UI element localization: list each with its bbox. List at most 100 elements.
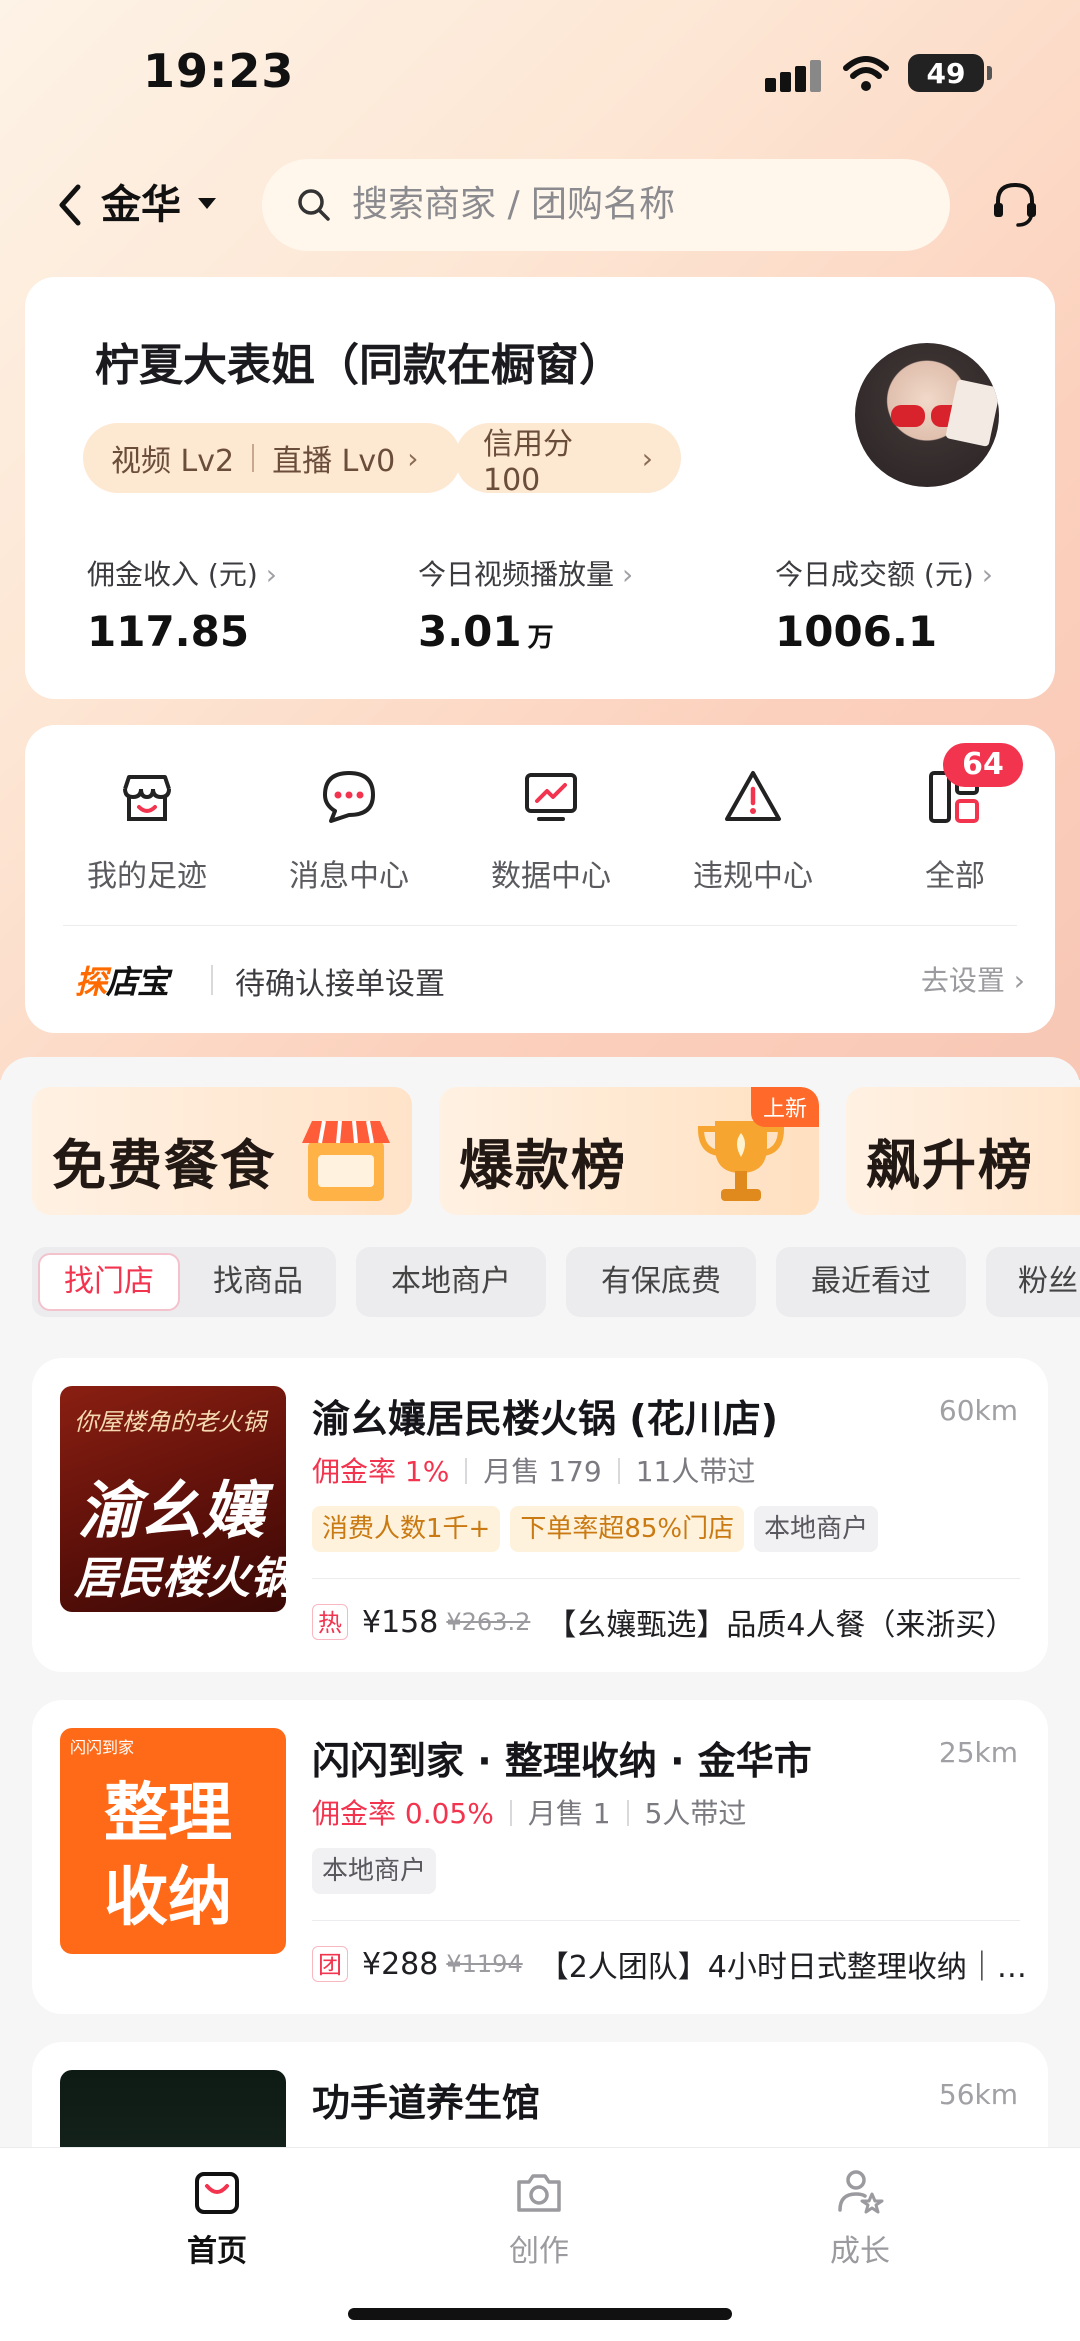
merchant-thumbnail: 你屋楼角的老火锅 渝幺孃 居民楼火锅 [60, 1386, 286, 1612]
live-level: 直播 Lv0 [272, 444, 396, 479]
caret-down-icon[interactable] [198, 198, 216, 209]
camera-icon [517, 2174, 561, 2212]
tool-label: 我的足迹 [87, 859, 207, 894]
tab-growth[interactable]: 成长 [760, 2166, 960, 2270]
tool-footprint[interactable]: 我的足迹 [62, 765, 232, 895]
pending-order-settings-text: 待确认接单设置 [235, 967, 445, 1002]
level-pill[interactable]: 视频 Lv2 直播 Lv0 › [83, 423, 461, 493]
deal-title: 【2人团队】4小时日式整理收纳｜… [538, 1950, 1027, 1985]
search-input[interactable]: 搜索商家 / 团购名称 [262, 159, 950, 251]
chevron-right-icon: › [622, 558, 634, 591]
stat-label: 今日视频播放量 [418, 558, 615, 591]
tag: 下单率超85%门店 [510, 1506, 745, 1552]
merchant-card[interactable]: 闪闪到家 整理 收纳 闪闪到家 · 整理收纳 · 金华市 25km 佣金率 0.… [32, 1700, 1048, 2014]
battery-indicator: 49 [908, 54, 992, 92]
stat-value: 117.85 [87, 607, 250, 656]
filter-recently-viewed[interactable]: 最近看过 [776, 1247, 966, 1317]
monthly-sales: 月售 179 [483, 1455, 602, 1488]
creator-name: 柠夏大表姐（同款在橱窗） [95, 340, 623, 391]
banner-hot-list[interactable]: 爆款榜 上新 [439, 1087, 819, 1215]
filter-fans[interactable]: 粉丝 [986, 1247, 1080, 1317]
credit-score: 信用分100 [483, 426, 573, 498]
merchant-meta: 佣金率 0.05% 月售 1 5人带过 [312, 1792, 746, 1832]
stat-value: 1006.1 [775, 607, 938, 656]
filter-find-stores[interactable]: 找门店 [38, 1253, 180, 1311]
group-buy-badge: 团 [312, 1946, 348, 1982]
tab-label: 首页 [187, 2234, 247, 2269]
tool-label: 全部 [925, 859, 985, 894]
filter-local-merchants[interactable]: 本地商户 [356, 1247, 546, 1317]
stat-unit: 万 [527, 623, 554, 653]
divider [211, 965, 213, 995]
creator-count: 11人带过 [635, 1455, 756, 1488]
credit-score-pill[interactable]: 信用分100 › [455, 423, 681, 498]
deal-row[interactable]: 热 ¥158 ¥263.2 【幺孃甄选】品质4人餐（来浙买） [312, 1600, 1015, 1644]
deal-row[interactable]: 团 ¥288 ¥1194 【2人团队】4小时日式整理收纳｜… [312, 1942, 1027, 1986]
tool-label: 数据中心 [491, 859, 611, 894]
data-chart-icon [525, 773, 577, 821]
tab-label: 成长 [830, 2234, 890, 2269]
tandianbao-row[interactable]: 探店宝 待确认接单设置 去设置 › [75, 957, 1025, 1005]
avatar[interactable] [855, 343, 999, 487]
avatar-paper [945, 379, 999, 447]
filter-find-products[interactable]: 找商品 [187, 1247, 329, 1317]
tool-messages[interactable]: 消息中心 [264, 765, 434, 895]
commission-rate: 佣金率 0.05% [312, 1797, 494, 1830]
search-placeholder: 搜索商家 / 团购名称 [352, 184, 676, 225]
city-selector[interactable]: 金华 [101, 175, 181, 235]
tab-label: 创作 [509, 2234, 569, 2269]
merchant-tags: 消费人数1千+ 下单率超85%门店 本地商户 [312, 1506, 888, 1554]
tool-violations[interactable]: 违规中心 [668, 765, 838, 895]
monthly-sales: 月售 1 [527, 1797, 611, 1830]
footprint-icon [123, 775, 171, 821]
tools-card: 我的足迹 消息中心 数据中心 违规中心 全部 64 探店宝 待确认接单设置 去设… [25, 725, 1055, 1033]
tool-data-center[interactable]: 数据中心 [466, 765, 636, 895]
chevron-right-icon: › [265, 558, 277, 591]
customer-service-headset-icon[interactable] [988, 177, 1042, 231]
merchant-title: 渝幺孃居民楼火锅 (花川店) [312, 1397, 778, 1441]
banner-label: 爆款榜 [459, 1134, 627, 1197]
status-time: 19:23 [143, 44, 295, 98]
tool-label: 消息中心 [289, 859, 409, 894]
deal-price: ¥288 [362, 1946, 439, 1982]
home-bag-icon [195, 2172, 239, 2214]
merchant-distance: 25km [938, 1736, 1018, 1769]
store-product-toggle: 找门店 找商品 [32, 1247, 336, 1317]
status-bar: 19:23 49 [0, 0, 1080, 150]
merchant-distance: 56km [938, 2078, 1018, 2111]
stat-label: 佣金收入 (元) [87, 558, 258, 591]
stat-gmv[interactable]: 今日成交额 (元) › 1006.1 [775, 553, 993, 656]
tag: 本地商户 [754, 1506, 879, 1552]
merchant-distance: 60km [938, 1394, 1018, 1427]
chevron-right-icon: › [407, 441, 419, 475]
message-icon [323, 771, 375, 823]
divider [312, 1920, 1020, 1921]
tab-home[interactable]: 首页 [117, 2166, 317, 2270]
pill-divider [252, 444, 255, 472]
tag: 本地商户 [312, 1848, 437, 1894]
back-chevron-icon[interactable] [50, 175, 90, 235]
deal-title: 【幺孃甄选】品质4人餐（来浙买） [546, 1608, 1016, 1643]
creator-profile-card: 柠夏大表姐（同款在橱窗） 视频 Lv2 直播 Lv0 › 信用分100 › 佣金… [25, 277, 1055, 699]
tab-create[interactable]: 创作 [439, 2166, 639, 2270]
deal-original-price: ¥1194 [446, 1950, 523, 1978]
go-settings-link[interactable]: 去设置 › [921, 959, 1025, 999]
merchant-meta: 佣金率 1% 月售 179 11人带过 [312, 1450, 755, 1490]
search-icon [298, 189, 330, 221]
banner-label: 飙升榜 [866, 1134, 1034, 1197]
merchant-card[interactable]: 你屋楼角的老火锅 渝幺孃 居民楼火锅 渝幺孃居民楼火锅 (花川店) 60km 佣… [32, 1358, 1048, 1672]
stat-video-views[interactable]: 今日视频播放量 › 3.01 万 [418, 553, 633, 656]
hot-badge: 热 [312, 1604, 348, 1640]
tag: 消费人数1千+ [312, 1506, 501, 1552]
banner-label: 免费餐食 [52, 1134, 276, 1197]
merchant-thumbnail: 闪闪到家 整理 收纳 [60, 1728, 286, 1954]
deal-original-price: ¥263.2 [446, 1608, 531, 1636]
filter-guaranteed-fee[interactable]: 有保底费 [566, 1247, 756, 1317]
merchant-tags: 本地商户 [312, 1848, 446, 1896]
banner-rising-list[interactable]: 飙升榜 [846, 1087, 1080, 1215]
cellular-signal-icon [765, 58, 823, 92]
banner-free-meals[interactable]: 免费餐食 [32, 1087, 412, 1215]
home-indicator [348, 2308, 732, 2320]
stat-commission[interactable]: 佣金收入 (元) › 117.85 [87, 553, 277, 656]
stat-value: 3.01 [418, 607, 522, 656]
